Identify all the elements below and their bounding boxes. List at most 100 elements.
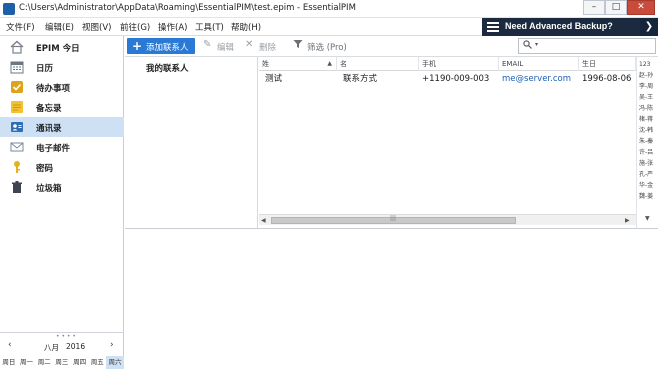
weekday-label: 周三 [55,358,69,366]
column-header-first-name[interactable]: 名 [337,57,419,71]
advanced-backup-banner[interactable]: Need Advanced Backup? [482,18,640,36]
sidebar-item-label: 密码 [36,164,54,174]
calendar-year[interactable]: 2016 [66,342,85,351]
close-icon: ✕ [245,39,254,50]
notes-icon [10,100,24,114]
contacts-icon [10,120,24,134]
weekday-label: 周日 [2,358,16,366]
delete-button[interactable]: ✕ 删除 [245,38,285,54]
list-icon [487,22,499,32]
sidebar-item-passwords[interactable]: 密码 [0,157,124,177]
sidebar-item-label: 备忘录 [36,104,62,114]
sidebar-item-calendar[interactable]: 日历 [0,57,124,77]
index-item[interactable]: 沈-韩 [639,125,658,136]
sidebar-item-label: 待办事项 [36,84,71,94]
index-item[interactable]: 施-张 [639,158,658,169]
filter-button[interactable]: 筛选 (Pro) [293,38,353,54]
index-item[interactable]: 吴-王 [639,92,658,103]
table-row[interactable]: 测试 联系方式 +1190-009-003 me@server.com 1996… [259,72,636,86]
menu-tools[interactable]: 工具(T) [195,21,224,33]
filter-icon [293,39,303,52]
chevron-down-icon[interactable]: ▾ [535,41,538,48]
banner-arrow-icon[interactable]: ❯ [640,18,658,36]
sidebar-item-email[interactable]: 电子邮件 [0,137,124,157]
index-item[interactable]: 朱-秦 [639,136,658,147]
index-item[interactable]: 楮-蒋 [639,114,658,125]
sidebar-item-label: EPIM 今日 [36,44,80,54]
close-button[interactable]: ✕ [627,0,655,15]
sidebar-item-todo[interactable]: 待办事项 [0,77,124,97]
weekday-header: 周日 周一 周二 周三 周四 周五 周六 [0,356,124,369]
menu-help[interactable]: 帮助(H) [231,21,261,33]
index-item[interactable]: 魏-姜 [639,191,658,202]
calendar-icon [10,60,24,74]
column-header-mobile[interactable]: 手机 [419,57,499,71]
weekday-label: 周一 [20,358,34,366]
contact-groups-pane: 我的联系人 [125,57,258,228]
banner-text: Need Advanced Backup? [505,21,613,31]
sidebar-item-label: 通讯录 [36,124,62,134]
index-item[interactable]: 123 [639,59,658,70]
pencil-icon: ✎ [203,39,212,50]
menu-actions[interactable]: 操作(A) [158,21,187,33]
menu-go[interactable]: 前往(G) [120,21,150,33]
home-icon [10,40,24,54]
cell-first-name: 联系方式 [343,74,378,84]
index-item[interactable]: 许-吕 [639,147,658,158]
app-icon [3,3,15,15]
horizontal-scrollbar[interactable]: ◀ ||| ▶ [259,214,636,225]
sidebar-item-label: 垃圾箱 [36,184,62,194]
sidebar-item-contacts[interactable]: 通讯录 [0,117,124,137]
cell-birthday: 1996-08-06 [582,74,632,84]
sidebar-item-today[interactable]: EPIM 今日 [0,37,124,57]
search-icon [523,40,532,52]
previous-month-button[interactable]: ‹ [8,340,12,350]
search-input[interactable] [543,40,651,52]
menu-view[interactable]: 视图(V) [82,21,111,33]
column-header-email[interactable]: EMAIL [499,57,579,71]
calendar-month[interactable]: 八月 [44,342,59,353]
sidebar-splitter[interactable]: • • • • [0,332,124,340]
navigation-sidebar: EPIM 今日 日历 待办事项 备忘录 通讯录 电子邮件 密码 垃圾箱 • • … [0,36,124,369]
next-month-button[interactable]: › [110,340,114,350]
weekday-label: 周五 [90,358,104,366]
column-header-birthday[interactable]: 生日 [579,57,636,71]
group-my-contacts[interactable]: 我的联系人 [146,62,189,74]
contacts-toolbar: + 添加联系人 ✎ 编辑 ✕ 删除 筛选 (Pro) ▾ [125,36,658,57]
maximize-button[interactable]: □ [605,0,627,15]
weekday-label: 周六 [106,356,124,369]
cell-email[interactable]: me@server.com [499,72,579,86]
minimize-button[interactable]: – [583,0,605,15]
weekday-label: 周四 [73,358,87,366]
window-title: C:\Users\Administrator\AppData\Roaming\E… [19,3,356,13]
cell-last-name: 测试 [265,74,283,84]
sidebar-item-trash[interactable]: 垃圾箱 [0,177,124,197]
index-item[interactable]: 孔-严 [639,169,658,180]
index-item[interactable]: 华-金 [639,180,658,191]
edit-button[interactable]: ✎ 编辑 [203,38,243,54]
index-item[interactable]: 赵-孙 [639,70,658,81]
mini-calendar-header: ‹ 八月 2016 › [0,340,124,354]
scroll-down-icon[interactable]: ▼ [645,215,650,222]
scroll-right-icon[interactable]: ▶ [625,215,630,226]
add-contact-button[interactable]: + 添加联系人 [127,38,195,54]
todo-icon [10,80,24,94]
column-header-last-name[interactable]: 姓 ▲ [259,57,337,71]
menu-file[interactable]: 文件(F) [6,21,35,33]
sidebar-item-label: 电子邮件 [36,144,71,154]
sidebar-item-notes[interactable]: 备忘录 [0,97,124,117]
table-header: 姓 ▲ 名 手机 EMAIL 生日 [259,57,636,71]
sort-ascending-icon: ▲ [327,60,332,67]
weekday-label: 周二 [37,358,51,366]
cell-mobile: +1190-009-003 [422,74,490,84]
trash-icon [10,180,24,194]
index-item[interactable]: 冯-陈 [639,103,658,114]
index-item[interactable]: 李-周 [639,81,658,92]
menu-edit[interactable]: 编辑(E) [45,21,74,33]
scrollbar-thumb[interactable]: ||| [271,215,516,224]
alphabet-index: 123 赵-孙 李-周 吴-王 冯-陈 楮-蒋 沈-韩 朱-秦 许-吕 施-张 … [636,57,658,228]
title-bar: C:\Users\Administrator\AppData\Roaming\E… [0,0,658,18]
scroll-left-icon[interactable]: ◀ [261,215,266,226]
search-field[interactable]: ▾ [518,38,656,54]
sidebar-item-label: 日历 [36,64,54,74]
